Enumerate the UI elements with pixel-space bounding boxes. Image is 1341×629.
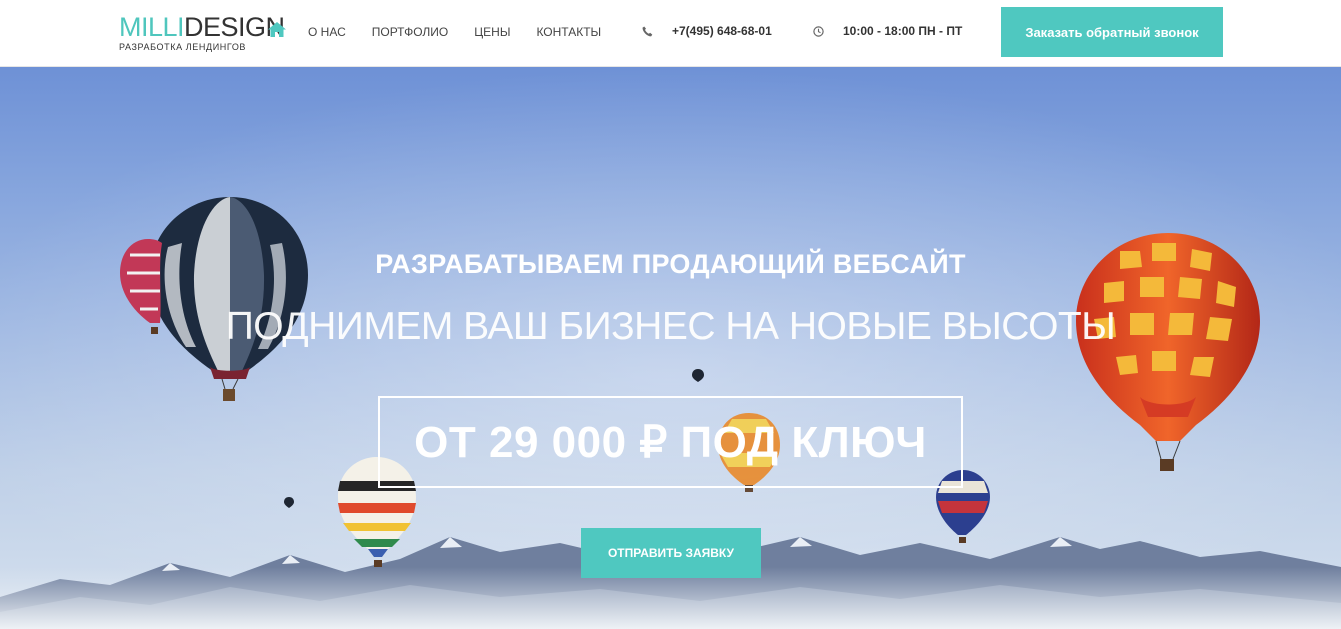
price-box: ОТ 29 000 ₽ ПОД КЛЮЧ <box>378 396 963 488</box>
contact-phone: +7(495) 648-68-01 <box>642 24 772 38</box>
logo-accent-text: MILLI <box>119 12 185 42</box>
home-icon <box>268 22 286 42</box>
working-hours: 10:00 - 18:00 ПН - ПТ <box>843 24 963 38</box>
nav-item-about[interactable]: О НАС <box>308 25 346 39</box>
nav-item-prices[interactable]: ЦЕНЫ <box>474 25 510 39</box>
nav-item-portfolio[interactable]: ПОРТФОЛИО <box>372 25 449 39</box>
clock-icon <box>813 25 824 37</box>
contact-hours: 10:00 - 18:00 ПН - ПТ <box>813 24 962 38</box>
phone-icon <box>642 26 653 37</box>
hero-subtitle: ПОДНИМЕМ ВАШ БИЗНЕС НА НОВЫЕ ВЫСОТЫ <box>225 305 1116 348</box>
price-text: ОТ 29 000 ₽ ПОД КЛЮЧ <box>414 417 927 467</box>
nav-home[interactable] <box>268 22 286 42</box>
logo-wordmark: MILLIDESIGN <box>119 13 285 41</box>
callback-button[interactable]: Заказать обратный звонок <box>1001 7 1223 57</box>
submit-request-button[interactable]: ОТПРАВИТЬ ЗАЯВКУ <box>581 528 761 578</box>
hero-title: РАЗРАБАТЫВАЕМ ПРОДАЮЩИЙ ВЕБСАЙТ <box>375 249 966 279</box>
hero-section: РАЗРАБАТЫВАЕМ ПРОДАЮЩИЙ ВЕБСАЙТ ПОДНИМЕМ… <box>0 67 1341 629</box>
nav-item-contacts[interactable]: КОНТАКТЫ <box>536 25 601 39</box>
phone-number[interactable]: +7(495) 648-68-01 <box>672 24 772 38</box>
logo-tagline: РАЗРАБОТКА ЛЕНДИНГОВ <box>119 42 247 52</box>
main-nav: О НАС ПОРТФОЛИО ЦЕНЫ КОНТАКТЫ <box>268 22 627 42</box>
logo[interactable]: MILLIDESIGN РАЗРАБОТКА ЛЕНДИНГОВ <box>119 13 285 52</box>
site-header: MILLIDESIGN РАЗРАБОТКА ЛЕНДИНГОВ О НАС П… <box>0 0 1341 67</box>
